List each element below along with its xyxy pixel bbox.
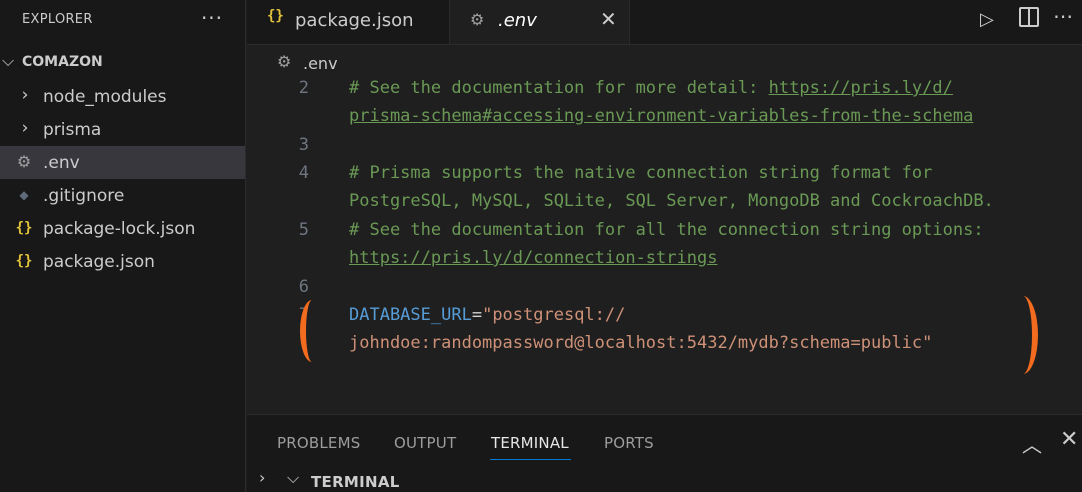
tree-item-label: package.json [43, 252, 155, 272]
string-value: "postgresql:// [482, 305, 626, 325]
tab-package-json[interactable]: {} package.json [247, 0, 450, 44]
chevron-down-icon: ⌵ [2, 51, 15, 70]
tree-item-node-modules[interactable]: › node_modules [0, 80, 245, 113]
tree-item-label: node_modules [43, 87, 167, 107]
close-icon[interactable]: ✕ [1060, 427, 1078, 452]
tree-item-label: package-lock.json [43, 219, 196, 239]
active-tab-indicator [490, 459, 571, 460]
variable-name: DATABASE_URL [349, 305, 472, 325]
gear-icon: ⚙ [277, 52, 292, 71]
explorer-sidebar: EXPLORER ··· ⌵ COMAZON › node_modules › … [0, 0, 246, 492]
line-number: 6 [298, 277, 309, 297]
tree-item-package-json[interactable]: {} package.json [0, 245, 245, 278]
chevron-right-icon[interactable]: › [259, 468, 265, 487]
chevron-down-icon: ⌵ [287, 468, 300, 487]
tree-item-label: prisma [43, 120, 102, 140]
more-actions-icon[interactable]: ··· [200, 4, 224, 32]
tree-item-gitignore[interactable]: ◆ .gitignore [0, 179, 245, 212]
editor-tab-bar: {} package.json ⚙ .env ✕ ▷ ⋯ [247, 0, 1082, 45]
json-braces-icon: {} [15, 253, 33, 269]
tab-label: package.json [295, 10, 414, 31]
tab-output[interactable]: OUTPUT [394, 434, 456, 452]
string-value: johndoe:randompassword@localhost:5432/my… [349, 333, 933, 353]
tab-terminal[interactable]: TERMINAL [491, 434, 569, 452]
more-actions-icon[interactable]: ⋯ [1053, 4, 1073, 28]
code-line-wrap: prisma-schema#accessing-environment-vari… [349, 106, 973, 126]
code-line-wrap: https://pris.ly/d/connection-strings [349, 248, 717, 268]
chevron-right-icon: › [21, 85, 29, 105]
code-line: # See the documentation for more detail:… [349, 78, 953, 98]
code-editor[interactable]: 2 # See the documentation for more detai… [247, 76, 1082, 414]
terminal-section-header[interactable]: › ⌵ TERMINAL [247, 466, 1082, 492]
tree-item-prisma[interactable]: › prisma [0, 113, 245, 146]
link-text[interactable]: prisma-schema#accessing-environment-vari… [349, 106, 973, 126]
code-line: DATABASE_URL="postgresql:// [349, 305, 625, 325]
line-number: 2 [298, 78, 309, 98]
tree-item-package-lock[interactable]: {} package-lock.json [0, 212, 245, 245]
json-braces-icon: {} [267, 8, 284, 24]
git-icon: ◆ [19, 188, 29, 202]
link-text[interactable]: https://pris.ly/d/ [769, 78, 953, 98]
line-number: 4 [298, 163, 309, 183]
tab-ports[interactable]: PORTS [604, 434, 654, 452]
folder-name: COMAZON [22, 54, 103, 70]
comment-text: # See the documentation for all the conn… [349, 220, 984, 240]
comment-text: PostgreSQL, MySQL, SQLite, SQL Server, M… [349, 191, 994, 211]
json-braces-icon: {} [15, 220, 33, 236]
terminal-section-label: TERMINAL [311, 473, 400, 491]
tree-item-label: .env [43, 153, 80, 173]
comment-text: # See the documentation for more detail: [349, 78, 769, 98]
link-text[interactable]: https://pris.ly/d/connection-strings [349, 248, 717, 268]
explorer-title: EXPLORER [22, 12, 93, 27]
gear-icon: ⚙ [16, 152, 32, 171]
split-editor-icon[interactable] [1019, 7, 1039, 27]
chevron-right-icon: › [21, 118, 29, 138]
folder-header[interactable]: ⌵ COMAZON [0, 48, 245, 76]
tab-label: .env [498, 10, 537, 31]
breadcrumb-file[interactable]: .env [303, 54, 338, 73]
line-number: 5 [298, 220, 309, 240]
tab-env[interactable]: ⚙ .env ✕ [450, 0, 630, 44]
close-icon[interactable]: ✕ [600, 7, 617, 31]
tree-item-label: .gitignore [43, 186, 125, 206]
annotation-bracket-right [1008, 296, 1038, 374]
line-number: 3 [298, 135, 309, 155]
chevron-up-icon[interactable]: ︿ [1022, 429, 1042, 458]
equals-sign: = [471, 305, 483, 325]
comment-text: # Prisma supports the native connection … [349, 163, 933, 183]
tree-item-env[interactable]: ⚙ .env [0, 146, 245, 179]
run-icon[interactable]: ▷ [980, 9, 994, 30]
annotation-bracket-left [300, 300, 324, 362]
gear-icon: ⚙ [470, 10, 485, 29]
tab-problems[interactable]: PROBLEMS [277, 434, 360, 452]
panel-tab-bar: PROBLEMS OUTPUT TERMINAL PORTS ︿ ✕ [247, 414, 1082, 467]
